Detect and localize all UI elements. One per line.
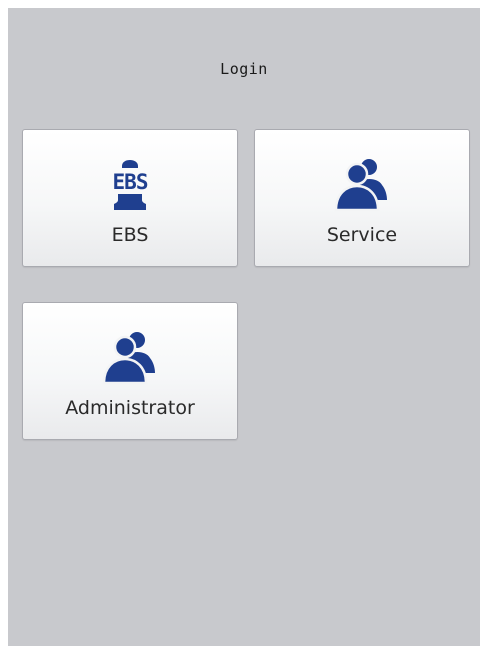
page-title: Login <box>220 60 268 78</box>
login-screen: Login EBS EBS Service Administrator <box>8 8 480 646</box>
ebs-logo-text: EBS <box>113 170 148 194</box>
service-label: Service <box>326 224 398 246</box>
ebs-logo-icon: EBS <box>100 152 160 216</box>
administrator-label: Administrator <box>65 397 195 419</box>
users-icon <box>100 325 160 389</box>
service-login-button[interactable]: Service <box>254 129 470 267</box>
ebs-label: EBS <box>111 224 149 246</box>
administrator-login-button[interactable]: Administrator <box>22 302 238 440</box>
ebs-login-button[interactable]: EBS EBS <box>22 129 238 267</box>
users-icon <box>332 152 392 216</box>
